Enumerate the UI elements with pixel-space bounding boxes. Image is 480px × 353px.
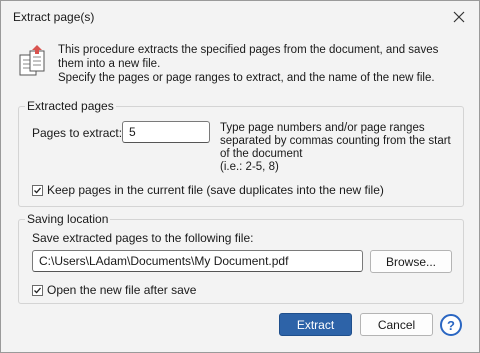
file-path-input[interactable] xyxy=(32,250,363,272)
intro-line-2: Specify the pages or page ranges to extr… xyxy=(58,72,435,84)
keep-pages-checkbox[interactable]: Keep pages in the current file (save dup… xyxy=(32,183,384,197)
keep-pages-check-icon xyxy=(32,184,43,196)
pages-hint-example: (i.e.: 2-5, 8) xyxy=(220,161,279,173)
keep-pages-label: Keep pages in the current file (save dup… xyxy=(47,183,384,197)
extract-pages-dialog: Extract page(s) This procedure extracts … xyxy=(0,0,480,353)
extract-button[interactable]: Extract xyxy=(279,313,352,336)
pages-hint: Type page numbers and/or page ranges sep… xyxy=(220,122,452,174)
extract-pages-icon xyxy=(18,45,48,77)
help-glyph: ? xyxy=(447,317,455,333)
intro-text: This procedure extracts the specified pa… xyxy=(58,43,458,85)
pages-hint-text: Type page numbers and/or page ranges sep… xyxy=(220,122,451,160)
intro-line-1: This procedure extracts the specified pa… xyxy=(58,44,439,70)
open-after-save-checkbox[interactable]: Open the new file after save xyxy=(32,283,196,297)
window-title: Extract page(s) xyxy=(13,10,95,24)
extracted-pages-legend: Extracted pages xyxy=(27,99,114,113)
saving-location-legend: Saving location xyxy=(27,212,109,226)
open-after-save-label: Open the new file after save xyxy=(47,283,197,297)
title-bar: Extract page(s) xyxy=(1,1,479,33)
pages-to-extract-label: Pages to extract: xyxy=(32,126,123,140)
close-icon[interactable] xyxy=(449,7,469,27)
open-after-save-check-icon xyxy=(32,284,43,296)
save-file-label: Save extracted pages to the following fi… xyxy=(32,231,254,245)
cancel-button[interactable]: Cancel xyxy=(360,313,433,336)
browse-button[interactable]: Browse... xyxy=(370,250,452,273)
pages-to-extract-input[interactable] xyxy=(122,121,210,143)
help-icon[interactable]: ? xyxy=(440,314,462,336)
